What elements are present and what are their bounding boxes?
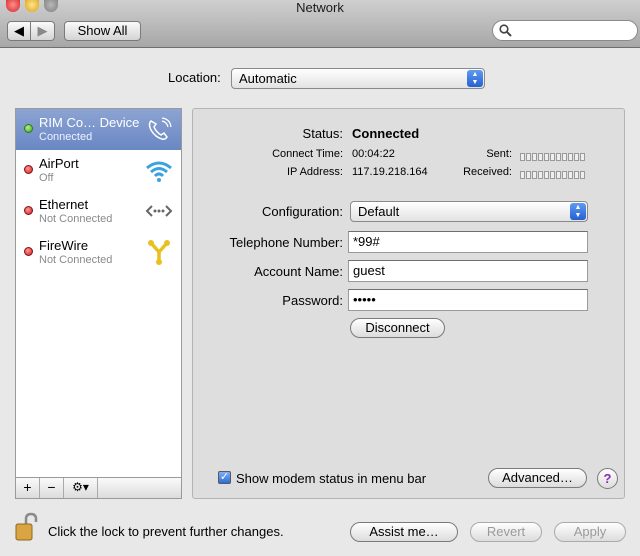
service-item-airport[interactable]: AirPort Off xyxy=(16,150,181,191)
status-dot-red xyxy=(24,165,33,174)
search-icon xyxy=(499,24,512,37)
disconnect-button[interactable]: Disconnect xyxy=(350,318,445,338)
account-name-field[interactable]: guest xyxy=(348,260,588,282)
revert-button[interactable]: Revert xyxy=(470,522,542,542)
advanced-button[interactable]: Advanced… xyxy=(488,468,587,488)
received-meter xyxy=(520,167,588,179)
configuration-popup[interactable]: Default ▲ ▼ xyxy=(350,201,588,222)
service-status: Connected xyxy=(39,131,93,143)
lock-icon[interactable] xyxy=(14,512,40,542)
popup-arrows-icon: ▲ ▼ xyxy=(467,70,483,87)
search-input[interactable] xyxy=(492,20,638,41)
gear-menu-button[interactable]: ⚙▾ xyxy=(64,478,98,498)
phone-icon xyxy=(148,117,172,140)
apply-button[interactable]: Apply xyxy=(554,522,626,542)
service-list-toolbar: + − ⚙▾ xyxy=(15,478,182,499)
telephone-number-field[interactable]: *99# xyxy=(348,231,588,253)
modem-status-label: Show modem status in menu bar xyxy=(236,471,427,486)
back-button[interactable]: ◀ xyxy=(7,21,31,41)
window-title: Network xyxy=(296,0,344,15)
service-status: Not Connected xyxy=(39,254,113,266)
status-dot-red xyxy=(24,206,33,215)
assist-me-button[interactable]: Assist me… xyxy=(350,522,458,542)
status-dot-green xyxy=(24,124,33,133)
service-status: Not Connected xyxy=(39,213,113,225)
help-button[interactable]: ? xyxy=(597,468,618,489)
network-preferences-window: Network ◀ ▶ Show All Location: Automatic… xyxy=(0,0,640,556)
forward-button[interactable]: ▶ xyxy=(31,21,55,41)
status-label: Status: xyxy=(302,126,343,141)
password-label: Password: xyxy=(282,293,343,308)
ethernet-icon xyxy=(145,205,173,217)
service-name: AirPort xyxy=(39,156,79,171)
connect-time-value: 00:04:22 xyxy=(352,148,395,160)
status-dot-red xyxy=(24,247,33,256)
service-item-firewire[interactable]: FireWire Not Connected xyxy=(16,232,181,273)
telephone-number-label: Telephone Number: xyxy=(229,235,343,250)
lock-message: Click the lock to prevent further change… xyxy=(48,524,284,539)
remove-service-button[interactable]: − xyxy=(40,478,64,498)
location-label: Location: xyxy=(168,70,221,85)
service-list: RIM Co… Device Connected AirPort Off Eth… xyxy=(15,108,182,478)
show-all-button[interactable]: Show All xyxy=(64,21,141,41)
toolbar: Network ◀ ▶ Show All xyxy=(0,0,640,48)
password-field[interactable]: ••••• xyxy=(348,289,588,311)
service-status: Off xyxy=(39,172,54,184)
status-value: Connected xyxy=(352,126,420,141)
sent-label: Sent: xyxy=(486,148,512,160)
service-item-rim-device[interactable]: RIM Co… Device Connected xyxy=(16,109,181,150)
location-value: Automatic xyxy=(239,71,297,86)
service-name: RIM Co… Device xyxy=(39,115,140,130)
configuration-label: Configuration: xyxy=(262,204,343,219)
ip-address-label: IP Address: xyxy=(286,166,343,178)
received-label: Received: xyxy=(463,166,512,178)
wifi-icon xyxy=(146,161,172,182)
account-name-label: Account Name: xyxy=(254,264,343,279)
location-popup[interactable]: Automatic ▲ ▼ xyxy=(231,68,485,89)
firewire-icon xyxy=(148,240,170,265)
service-name: FireWire xyxy=(39,238,89,253)
add-service-button[interactable]: + xyxy=(16,478,40,498)
service-item-ethernet[interactable]: Ethernet Not Connected xyxy=(16,191,181,232)
ip-address-value: 117.19.218.164 xyxy=(352,166,428,178)
service-name: Ethernet xyxy=(39,197,89,212)
popup-arrows-icon: ▲ ▼ xyxy=(570,203,586,220)
configuration-value: Default xyxy=(358,204,400,219)
modem-status-checkbox[interactable]: ✓ xyxy=(218,471,231,484)
sent-meter xyxy=(520,149,588,161)
connect-time-label: Connect Time: xyxy=(272,148,343,160)
